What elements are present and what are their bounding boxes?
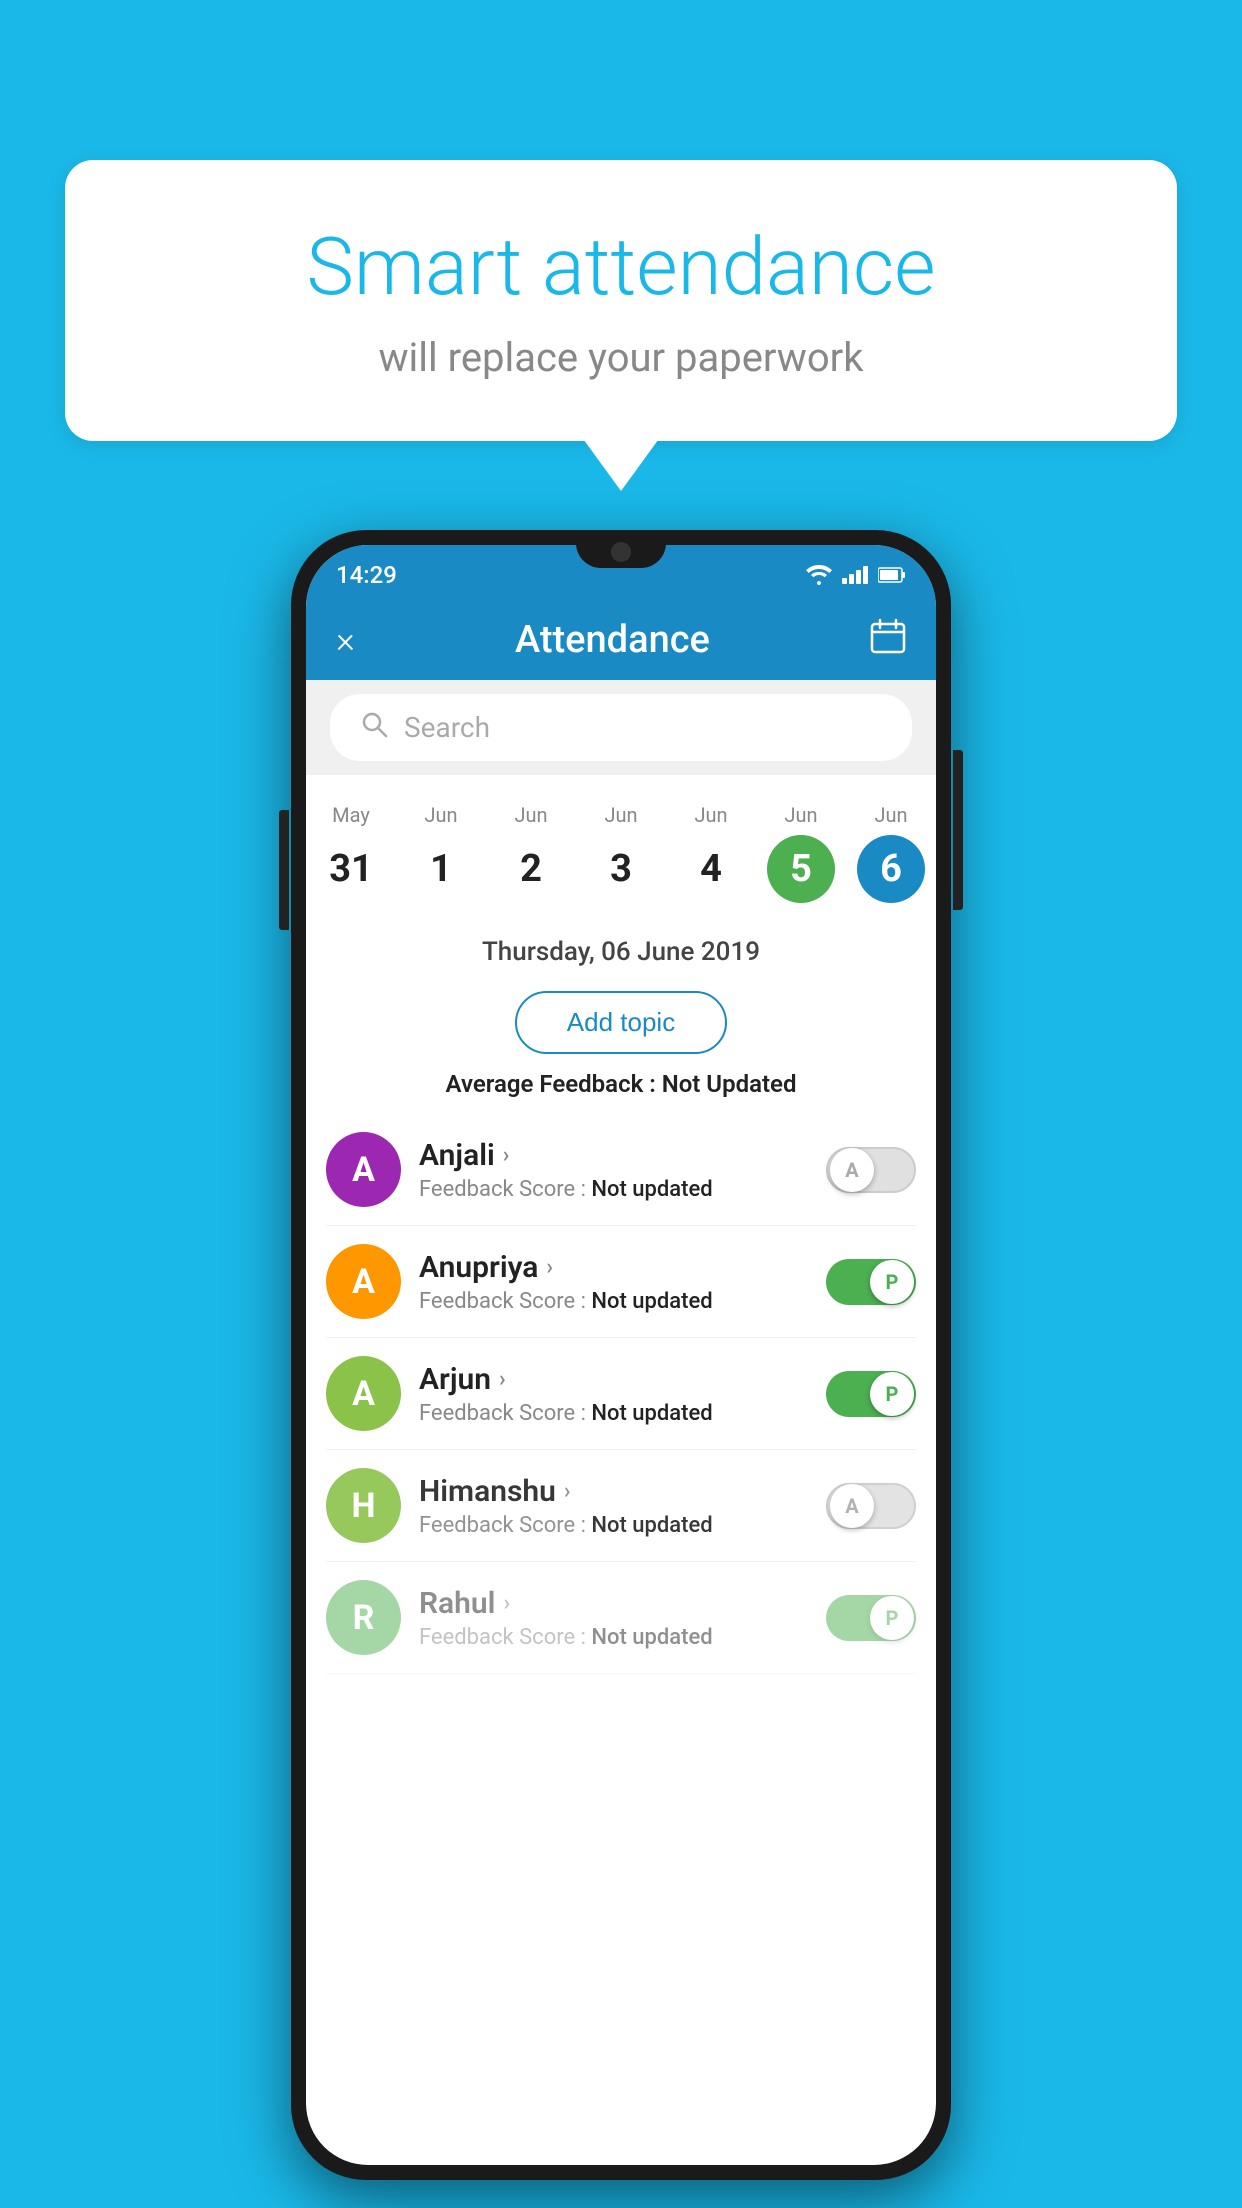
calendar-date-number: 2 xyxy=(497,835,565,903)
search-input[interactable]: Search xyxy=(404,711,490,744)
avg-feedback-value: Not Updated xyxy=(662,1070,797,1098)
calendar-month-label: Jun xyxy=(760,803,842,827)
calendar-day-2[interactable]: Jun 2 xyxy=(486,795,576,911)
speech-bubble-container: Smart attendance will replace your paper… xyxy=(65,160,1177,441)
student-name: Anjali › xyxy=(419,1138,808,1173)
close-button[interactable]: × xyxy=(336,619,355,661)
attendance-toggle[interactable]: P xyxy=(826,1259,916,1305)
speech-bubble: Smart attendance will replace your paper… xyxy=(65,160,1177,441)
toggle-knob: P xyxy=(870,1372,914,1416)
feedback-value: Not updated xyxy=(591,1401,712,1426)
student-feedback: Feedback Score : Not updated xyxy=(419,1401,808,1426)
calendar-day-31[interactable]: May 31 xyxy=(306,795,396,911)
battery-icon xyxy=(878,567,906,583)
phone-mockup: 14:29 xyxy=(291,530,951,2180)
signal-bars-icon xyxy=(842,566,868,584)
phone-camera xyxy=(611,542,631,562)
search-bar-container: Search xyxy=(306,680,936,775)
student-info: Himanshu › Feedback Score : Not updated xyxy=(419,1474,808,1538)
feedback-value: Not updated xyxy=(591,1177,712,1202)
chevron-right-icon: › xyxy=(503,1591,510,1616)
student-item[interactable]: H Himanshu › Feedback Score : Not updated A xyxy=(326,1450,916,1562)
calendar-day-3[interactable]: Jun 3 xyxy=(576,795,666,911)
add-topic-button[interactable]: Add topic xyxy=(515,991,727,1054)
calendar-date-number: 3 xyxy=(587,835,655,903)
calendar-month-label: Jun xyxy=(400,803,482,827)
calendar-month-label: Jun xyxy=(490,803,572,827)
calendar-date-number: 1 xyxy=(407,835,475,903)
calendar-month-label: May xyxy=(310,803,392,827)
chevron-right-icon: › xyxy=(503,1143,510,1168)
student-feedback: Feedback Score : Not updated xyxy=(419,1513,808,1538)
attendance-toggle[interactable]: A xyxy=(826,1483,916,1529)
calendar-month-label: Jun xyxy=(850,803,932,827)
attendance-toggle[interactable]: P xyxy=(826,1371,916,1417)
student-feedback: Feedback Score : Not updated xyxy=(419,1625,808,1650)
search-bar[interactable]: Search xyxy=(330,694,912,761)
calendar-date-number: 5 xyxy=(767,835,835,903)
calendar-day-6[interactable]: Jun 6 xyxy=(846,795,936,911)
average-feedback: Average Feedback : Not Updated xyxy=(306,1070,936,1114)
calendar-month-label: Jun xyxy=(580,803,662,827)
calendar-strip: May 31 Jun 1 Jun 2 Jun 3 Jun 4 Jun 5 Jun 6 xyxy=(306,775,936,921)
calendar-date-number: 31 xyxy=(317,835,385,903)
toggle-knob: A xyxy=(830,1148,874,1192)
student-avatar: A xyxy=(326,1244,401,1319)
student-avatar: R xyxy=(326,1580,401,1655)
feedback-value: Not updated xyxy=(591,1289,712,1314)
add-topic-container: Add topic xyxy=(306,983,936,1070)
student-info: Anupriya › Feedback Score : Not updated xyxy=(419,1250,808,1314)
calendar-date-number: 6 xyxy=(857,835,925,903)
student-list: AAnjali ›Feedback Score : Not updatedAAA… xyxy=(306,1114,936,1674)
calendar-day-4[interactable]: Jun 4 xyxy=(666,795,756,911)
speech-bubble-subtitle: will replace your paperwork xyxy=(145,334,1097,381)
search-icon xyxy=(360,710,388,745)
calendar-icon[interactable] xyxy=(870,618,906,662)
calendar-day-1[interactable]: Jun 1 xyxy=(396,795,486,911)
feedback-value: Not updated xyxy=(591,1513,712,1538)
student-item[interactable]: A Arjun › Feedback Score : Not updated P xyxy=(326,1338,916,1450)
avg-feedback-label: Average Feedback : xyxy=(446,1070,656,1098)
calendar-date-number: 4 xyxy=(677,835,745,903)
student-name: Anupriya › xyxy=(419,1250,808,1285)
student-avatar: A xyxy=(326,1356,401,1431)
student-info: Arjun › Feedback Score : Not updated xyxy=(419,1362,808,1426)
student-item[interactable]: R Rahul › Feedback Score : Not updated P xyxy=(326,1562,916,1674)
student-feedback: Feedback Score : Not updated xyxy=(419,1289,808,1314)
toggle-knob: A xyxy=(830,1484,874,1528)
student-name: Rahul › xyxy=(419,1586,808,1621)
status-time: 14:29 xyxy=(336,561,397,589)
status-icons xyxy=(806,565,906,585)
phone-screen: 14:29 xyxy=(306,545,936,2165)
student-info: Anjali › Feedback Score : Not updated xyxy=(419,1138,808,1202)
toggle-knob: P xyxy=(870,1596,914,1640)
student-item[interactable]: A Anjali › Feedback Score : Not updated A xyxy=(326,1114,916,1226)
attendance-toggle[interactable]: A xyxy=(826,1147,916,1193)
student-name: Himanshu › xyxy=(419,1474,808,1509)
chevron-right-icon: › xyxy=(499,1367,506,1392)
calendar-day-5[interactable]: Jun 5 xyxy=(756,795,846,911)
calendar-month-label: Jun xyxy=(670,803,752,827)
student-info: Rahul › Feedback Score : Not updated xyxy=(419,1586,808,1650)
feedback-value: Not updated xyxy=(591,1625,712,1650)
student-name: Arjun › xyxy=(419,1362,808,1397)
chevron-right-icon: › xyxy=(564,1479,571,1504)
phone-notch xyxy=(576,530,666,568)
student-item[interactable]: A Anupriya › Feedback Score : Not updated P xyxy=(326,1226,916,1338)
wifi-icon xyxy=(806,565,832,585)
app-title: Attendance xyxy=(515,618,710,662)
chevron-right-icon: › xyxy=(546,1255,553,1280)
student-avatar: H xyxy=(326,1468,401,1543)
student-feedback: Feedback Score : Not updated xyxy=(419,1177,808,1202)
attendance-toggle[interactable]: P xyxy=(826,1595,916,1641)
selected-date-label: Thursday, 06 June 2019 xyxy=(306,921,936,983)
app-header: × Attendance xyxy=(306,600,936,680)
toggle-knob: P xyxy=(870,1260,914,1304)
phone-outer: 14:29 xyxy=(291,530,951,2180)
speech-bubble-title: Smart attendance xyxy=(145,220,1097,314)
student-avatar: A xyxy=(326,1132,401,1207)
